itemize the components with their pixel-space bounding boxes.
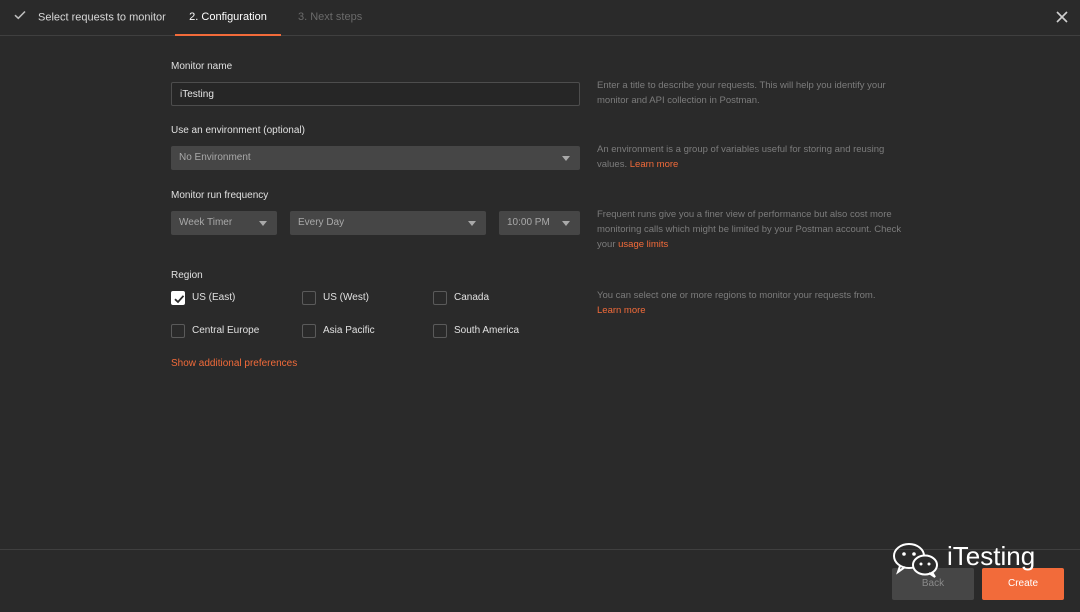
create-button[interactable]: Create <box>982 568 1064 600</box>
usage-limits-link[interactable]: usage limits <box>618 239 668 250</box>
region-option-label: Asia Pacific <box>323 325 375 336</box>
region-help: You can select one or more regions to mo… <box>597 288 907 318</box>
checkbox[interactable] <box>433 291 447 305</box>
checkmark-icon <box>14 0 26 35</box>
region-learn-more-link[interactable]: Learn more <box>597 305 646 316</box>
checkbox[interactable] <box>302 324 316 338</box>
active-step-indicator <box>175 34 281 36</box>
monitor-name-input[interactable] <box>171 82 580 106</box>
environment-label: Use an environment (optional) <box>171 125 305 136</box>
time-selected: 10:00 PM <box>507 217 550 228</box>
wizard-header: Select requests to monitor 2. Configurat… <box>0 0 1080 36</box>
region-label: Region <box>171 270 203 281</box>
back-button[interactable]: Back <box>892 568 974 600</box>
monitor-name-label: Monitor name <box>171 61 233 72</box>
close-icon[interactable] <box>1054 9 1070 25</box>
frequency-help: Frequent runs give you a finer view of p… <box>597 207 907 252</box>
chevron-down-icon <box>562 221 570 226</box>
region-option-label: Central Europe <box>192 325 260 336</box>
environment-help: An environment is a group of variables u… <box>597 142 907 172</box>
environment-selected: No Environment <box>179 152 251 163</box>
chevron-down-icon <box>259 221 267 226</box>
step-select-requests[interactable]: Select requests to monitor <box>14 0 166 36</box>
environment-select[interactable]: No Environment <box>171 146 580 170</box>
checkbox-checked[interactable] <box>171 291 185 305</box>
time-select[interactable]: 10:00 PM <box>499 211 580 235</box>
timer-type-select[interactable]: Week Timer <box>171 211 277 235</box>
monitor-name-help: Enter a title to describe your requests.… <box>597 80 886 106</box>
region-help-text: You can select one or more regions to mo… <box>597 290 876 301</box>
chevron-down-icon <box>562 156 570 161</box>
region-option-label: US (West) <box>323 292 369 303</box>
step-label: 3. Next steps <box>298 11 363 23</box>
region-option-label: South America <box>454 325 520 336</box>
day-select[interactable]: Every Day <box>290 211 486 235</box>
show-additional-preferences-link[interactable]: Show additional preferences <box>171 358 297 369</box>
region-option-label: US (East) <box>192 292 236 303</box>
checkbox[interactable] <box>433 324 447 338</box>
environment-learn-more-link[interactable]: Learn more <box>630 159 679 170</box>
step-next-steps[interactable]: 3. Next steps <box>298 0 362 36</box>
day-selected: Every Day <box>298 217 345 228</box>
step-configuration[interactable]: 2. Configuration <box>175 0 281 36</box>
checkmark-icon <box>174 295 185 304</box>
frequency-label: Monitor run frequency <box>171 190 269 201</box>
step-label: 2. Configuration <box>189 11 267 23</box>
checkbox[interactable] <box>302 291 316 305</box>
timer-type-selected: Week Timer <box>179 217 233 228</box>
chevron-down-icon <box>468 221 476 226</box>
step-label: Select requests to monitor <box>38 11 166 24</box>
checkbox[interactable] <box>171 324 185 338</box>
region-option-label: Canada <box>454 292 490 303</box>
